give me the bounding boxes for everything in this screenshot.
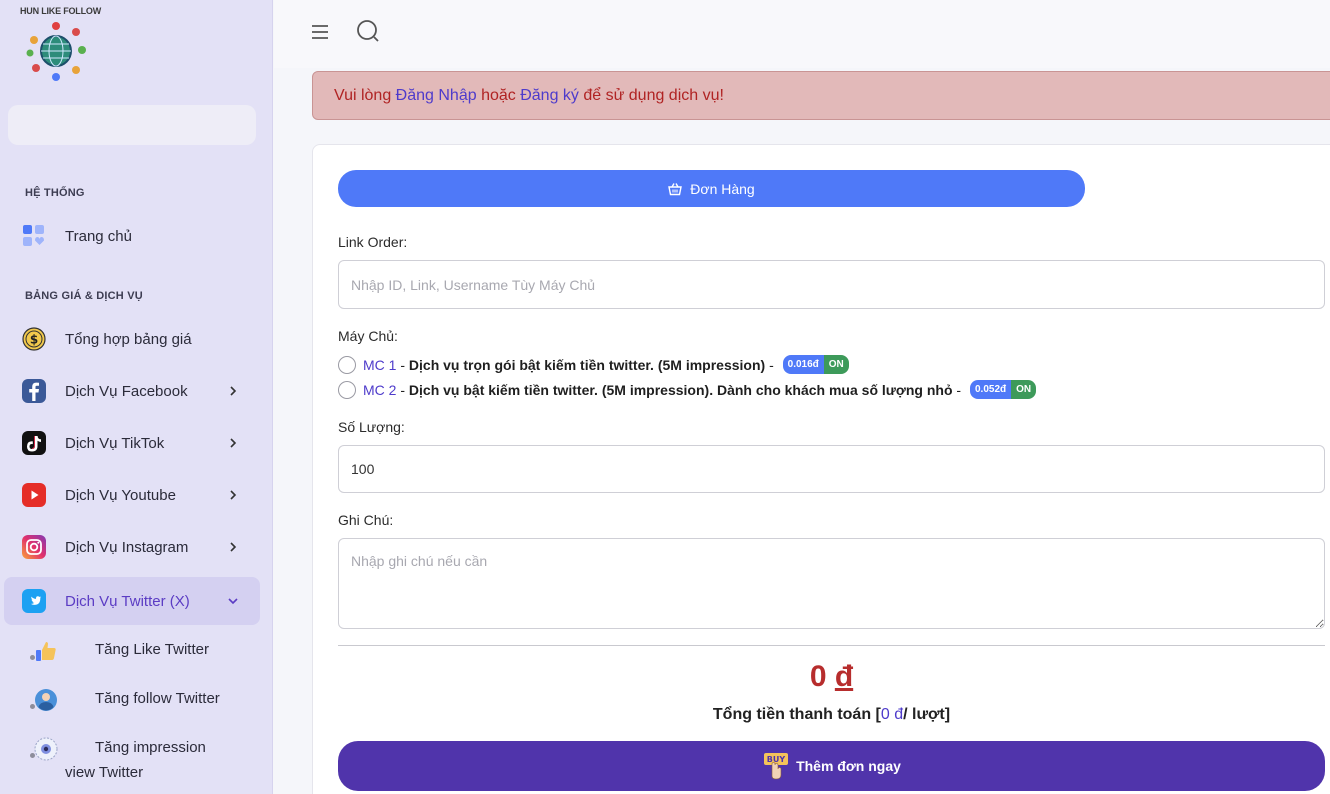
facebook-icon bbox=[22, 379, 46, 403]
logo-text: HUN LIKE FOLLOW bbox=[20, 6, 101, 16]
order-button[interactable]: Đơn Hàng bbox=[338, 170, 1085, 207]
server-radio[interactable] bbox=[338, 355, 356, 374]
total-amount-currency: đ bbox=[834, 660, 854, 693]
sub-item-label[interactable]: Tăng impression bbox=[95, 735, 206, 760]
chevron-right-icon bbox=[230, 438, 237, 448]
dollar-coin-icon: $ bbox=[22, 327, 46, 351]
server-dash: - bbox=[765, 356, 778, 373]
sidebar-item-price-list[interactable]: $ Tổng hợp bảng giá bbox=[4, 315, 260, 363]
server-option-mc2[interactable]: MC 2 - Dịch vụ bật kiếm tiền twitter. (5… bbox=[338, 380, 1037, 399]
thumbs-up-icon bbox=[36, 642, 56, 661]
register-link[interactable]: Đăng ký bbox=[520, 87, 579, 105]
sidebar-item-label: Dịch Vụ Instagram bbox=[65, 538, 189, 556]
svg-text:$: $ bbox=[30, 333, 38, 347]
login-link[interactable]: Đăng Nhập bbox=[396, 87, 477, 105]
total-amount-value: 0 bbox=[809, 660, 827, 693]
chevron-right-icon bbox=[230, 490, 237, 500]
twitter-icon bbox=[22, 589, 46, 613]
sidebar: HUN LIKE FOLLOW HỆ THỐNG Trang chủ BẢNG … bbox=[0, 0, 273, 794]
quantity-input[interactable] bbox=[338, 445, 1325, 493]
server-description: Dịch vụ trọn gói bật kiếm tiền twitter. … bbox=[408, 356, 766, 373]
svg-text:BUY: BUY bbox=[767, 755, 786, 764]
server-dash: - bbox=[952, 381, 965, 398]
buy-hand-icon: BUY bbox=[764, 753, 789, 780]
chevron-right-icon bbox=[230, 542, 237, 552]
dashboard-icon bbox=[22, 224, 46, 248]
chevron-right-icon bbox=[230, 386, 237, 396]
order-button-label: Đơn Hàng bbox=[690, 180, 755, 197]
alert-middle: hoặc bbox=[476, 86, 521, 104]
sub-item-label[interactable]: Tăng follow Twitter bbox=[95, 686, 220, 711]
login-alert: Vui lòng Đăng Nhập hoặc Đăng ký để sử dụ… bbox=[312, 71, 1330, 120]
logo-globe-icon[interactable] bbox=[24, 20, 88, 82]
search-icon[interactable] bbox=[356, 19, 380, 43]
server-label: Máy Chủ: bbox=[338, 328, 398, 344]
sidebar-item-instagram[interactable]: Dịch Vụ Instagram bbox=[4, 523, 260, 571]
instagram-icon bbox=[22, 535, 46, 559]
sub-item-label-continued[interactable]: view Twitter bbox=[65, 760, 143, 785]
sidebar-item-tiktok[interactable]: Dịch Vụ TikTok bbox=[4, 419, 260, 467]
server-description: Dịch vụ bật kiếm tiền twitter. (5M impre… bbox=[408, 381, 953, 398]
sidebar-item-facebook[interactable]: Dịch Vụ Facebook bbox=[4, 367, 260, 415]
add-order-button[interactable]: BUY Thêm đơn ngay bbox=[338, 741, 1325, 791]
menu-icon[interactable] bbox=[310, 22, 330, 42]
note-label: Ghi Chú: bbox=[338, 512, 394, 528]
basket-icon bbox=[668, 182, 683, 195]
user-icon bbox=[35, 689, 57, 711]
sidebar-item-label: Tổng hợp bảng giá bbox=[65, 330, 192, 348]
tiktok-icon bbox=[22, 431, 46, 455]
status-badge: ON bbox=[1011, 380, 1037, 399]
sidebar-item-label: Trang chủ bbox=[65, 227, 132, 245]
sidebar-item-label: Dịch Vụ Facebook bbox=[65, 382, 188, 400]
total-payment-text: Tổng tiền thanh toán [0 đ/ lượt] bbox=[338, 706, 1325, 724]
total-amount: 0 đ bbox=[338, 660, 1325, 694]
note-textarea[interactable] bbox=[338, 538, 1325, 629]
chevron-down-icon bbox=[228, 598, 238, 605]
alert-prefix: Vui lòng bbox=[334, 86, 396, 104]
quantity-label: Số Lượng: bbox=[338, 419, 405, 435]
topbar bbox=[274, 0, 1330, 68]
sidebar-item-twitter[interactable]: Dịch Vụ Twitter (X) bbox=[4, 577, 260, 625]
link-order-input[interactable] bbox=[338, 260, 1325, 309]
youtube-icon bbox=[22, 483, 46, 507]
link-order-label: Link Order: bbox=[338, 234, 408, 250]
sub-item-label[interactable]: Tăng Like Twitter bbox=[95, 637, 209, 662]
total-text-suffix: / lượt] bbox=[903, 706, 951, 723]
status-badge: ON bbox=[823, 355, 849, 374]
server-radio[interactable] bbox=[338, 380, 356, 399]
section-title-pricing: BẢNG GIÁ & DỊCH VỤ bbox=[25, 290, 143, 302]
server-separator: - bbox=[396, 356, 409, 373]
server-code: MC 1 bbox=[363, 356, 397, 373]
server-option-mc1[interactable]: MC 1 - Dịch vụ trọn gói bật kiếm tiền tw… bbox=[338, 355, 849, 374]
total-text-prefix: Tổng tiền thanh toán [ bbox=[712, 706, 881, 723]
server-code: MC 2 bbox=[363, 381, 397, 398]
sidebar-item-label: Dịch Vụ TikTok bbox=[65, 434, 165, 452]
sidebar-item-youtube[interactable]: Dịch Vụ Youtube bbox=[4, 471, 260, 519]
section-title-system: HỆ THỐNG bbox=[25, 187, 85, 199]
total-text-value: 0 đ bbox=[880, 706, 904, 723]
price-badge: 0.016đ bbox=[782, 355, 824, 374]
sidebar-item-home[interactable]: Trang chủ bbox=[4, 212, 260, 260]
alert-suffix: để sử dụng dịch vụ! bbox=[578, 86, 724, 104]
sidebar-search[interactable] bbox=[8, 105, 256, 145]
divider bbox=[338, 645, 1325, 646]
price-badge: 0.052đ bbox=[969, 380, 1012, 399]
sidebar-item-label: Dịch Vụ Youtube bbox=[65, 486, 176, 504]
sidebar-item-label: Dịch Vụ Twitter (X) bbox=[65, 592, 190, 610]
add-order-button-label: Thêm đơn ngay bbox=[796, 758, 901, 774]
server-separator: - bbox=[396, 381, 409, 398]
eye-icon bbox=[34, 737, 58, 761]
